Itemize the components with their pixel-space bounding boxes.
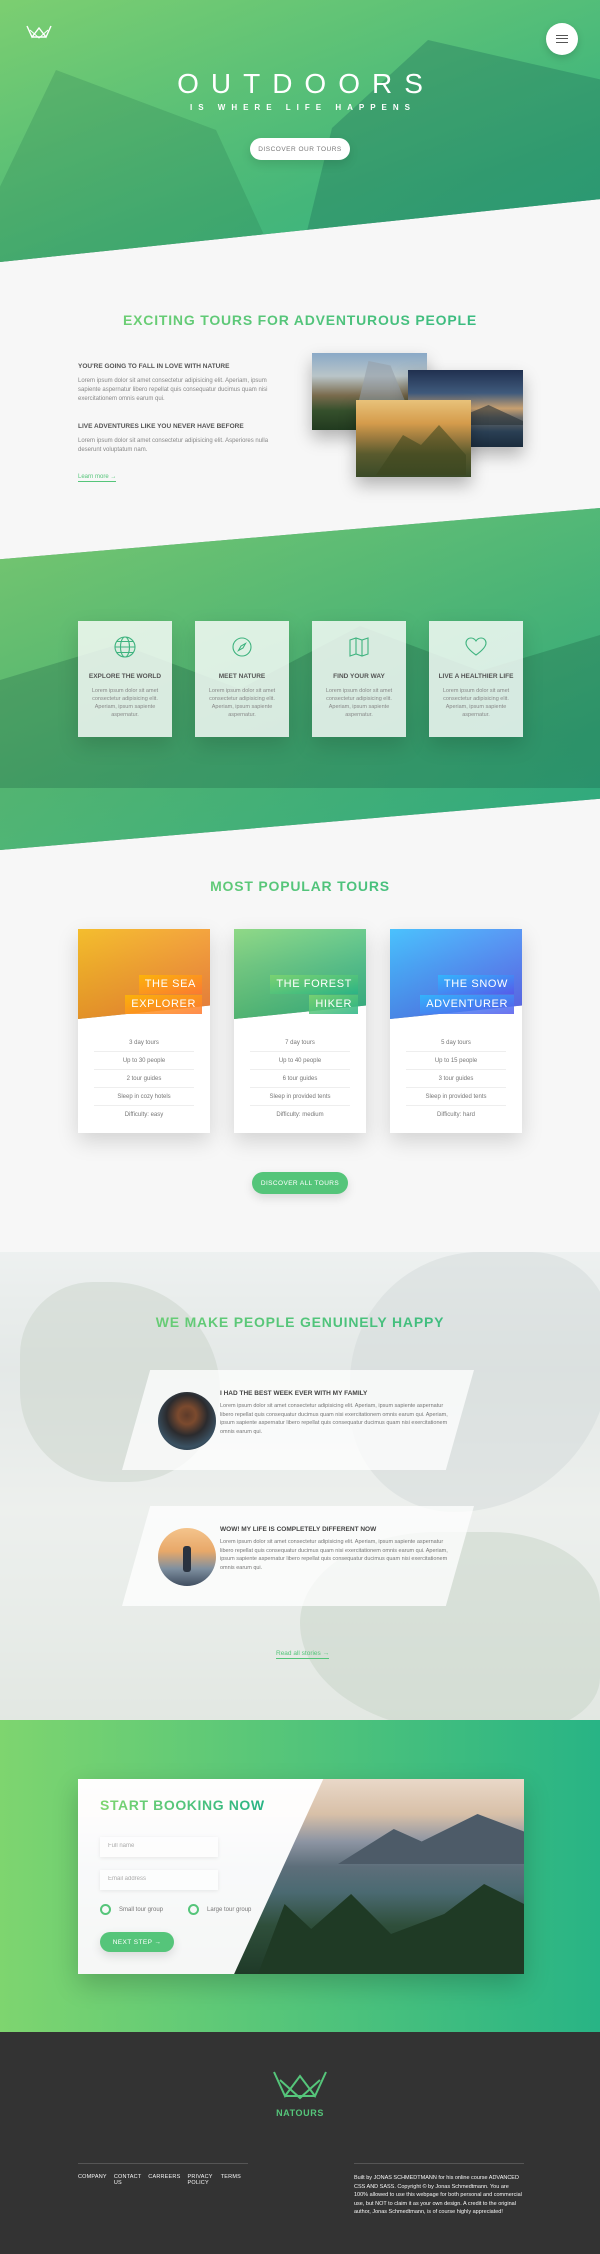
story-avatar [158,1528,216,1586]
card-detail: Difficulty: easy [124,1112,164,1118]
feature-text: Lorem ipsum dolor sit amet consectetur a… [442,688,510,718]
booking-photo-mountain [338,1814,524,1864]
card-name: THE FOREST HIKER [270,974,358,1014]
radio-large-group[interactable]: Large tour group [188,1904,251,1915]
compass-icon [230,635,254,659]
card-detail: 2 tour guides [94,1070,194,1088]
next-step-button[interactable]: NEXT STEP → [100,1932,174,1952]
footer-copyright: Built by JONAS SCHMEDTMANN for his onlin… [354,2163,524,2217]
feature-box-health: LIVE A HEALTHIER LIFE Lorem ipsum dolor … [429,621,523,737]
footer-link-contact[interactable]: CONTACT US [114,2174,141,2186]
story-card: I HAD THE BEST WEEK EVER WITH MY FAMILY … [122,1370,474,1470]
tours-heading: MOST POPULAR TOURS [0,878,600,894]
discover-tours-button[interactable]: DISCOVER OUR TOURS [250,138,350,160]
card-name: THE SEA EXPLORER [125,974,202,1014]
tour-card-forest-hiker[interactable]: THE FOREST HIKER 7 day tours Up to 40 pe… [234,929,366,1133]
booking-box: START BOOKING NOW Small tour group Large… [78,1779,524,1974]
heart-icon [464,635,488,659]
email-input[interactable] [100,1870,218,1890]
card-detail: Difficulty: medium [276,1112,324,1118]
feature-box-explore: EXPLORE THE WORLD Lorem ipsum dolor sit … [78,621,172,737]
feature-title: MEET NATURE [218,673,266,680]
story-title: I HAD THE BEST WEEK EVER WITH MY FAMILY [220,1390,368,1397]
booking-heading: START BOOKING NOW [100,1797,265,1813]
feature-text: Lorem ipsum dolor sit amet consectetur a… [325,688,393,718]
feature-title: EXPLORE THE WORLD [88,673,162,680]
booking-photo-trees [258,1884,524,1974]
stories-heading: WE MAKE PEOPLE GENUINELY HAPPY [0,1314,600,1330]
card-details-list: 3 day tours Up to 30 people 2 tour guide… [94,1034,194,1124]
story-avatar [158,1392,216,1450]
footer-link-terms[interactable]: TERMS [221,2174,241,2186]
full-name-input[interactable] [100,1837,218,1857]
card-detail: 3 day tours [94,1034,194,1052]
footer: NATOURS COMPANY CONTACT US CARREERS PRIV… [0,2032,600,2254]
card-details-list: 5 day tours Up to 15 people 3 tour guide… [406,1034,506,1124]
card-detail: Up to 30 people [94,1052,194,1070]
hero-header [0,0,600,262]
read-all-stories-link[interactable]: Read all stories → [276,1650,330,1659]
crown-logo-icon[interactable] [26,24,52,40]
footer-brand: NATOURS [276,2108,324,2118]
tour-card-snow-adventurer[interactable]: THE SNOW ADVENTURER 5 day tours Up to 15… [390,929,522,1133]
about-heading: EXCITING TOURS FOR ADVENTUROUS PEOPLE [0,312,600,328]
hero-subtitle: IS WHERE LIFE HAPPENS [189,103,416,112]
footer-link-privacy[interactable]: PRIVACY POLICY [187,2174,213,2186]
crown-logo-icon[interactable] [272,2068,328,2102]
radio-label: Small tour group [119,1906,164,1913]
footer-nav: COMPANY CONTACT US CARREERS PRIVACY POLI… [78,2163,248,2186]
footer-link-company[interactable]: COMPANY [78,2174,107,2186]
story-text: Lorem ipsum dolor sit amet consectetur a… [220,1403,448,1435]
learn-more-link[interactable]: Learn more → [78,474,117,482]
card-detail: Difficulty: hard [437,1112,475,1118]
story-title: WOW! MY LIFE IS COMPLETELY DIFFERENT NOW [220,1526,377,1533]
menu-button[interactable] [546,23,578,55]
radio-label: Large tour group [207,1906,252,1913]
about-subheading-1: YOU'RE GOING TO FALL IN LOVE WITH NATURE [78,363,230,370]
feature-title: FIND YOUR WAY [333,673,385,680]
feature-box-nature: MEET NATURE Lorem ipsum dolor sit amet c… [195,621,289,737]
card-name: THE SNOW ADVENTURER [420,974,514,1014]
card-detail: Up to 40 people [250,1052,350,1070]
card-detail: Sleep in provided tents [250,1088,350,1106]
globe-icon [113,635,137,659]
story-text: Lorem ipsum dolor sit amet consectetur a… [220,1539,448,1571]
feature-text: Lorem ipsum dolor sit amet consectetur a… [208,688,276,718]
feature-title: LIVE A HEALTHIER LIFE [438,673,514,680]
discover-all-tours-button[interactable]: DISCOVER ALL TOURS [252,1172,348,1194]
tour-card-sea-explorer[interactable]: THE SEA EXPLORER 3 day tours Up to 30 pe… [78,929,210,1133]
card-detail: 6 tour guides [250,1070,350,1088]
feature-box-way: FIND YOUR WAY Lorem ipsum dolor sit amet… [312,621,406,737]
story-card: WOW! MY LIFE IS COMPLETELY DIFFERENT NOW… [122,1506,474,1606]
radio-button[interactable] [188,1904,199,1915]
about-subheading-2: LIVE ADVENTURES LIKE YOU NEVER HAVE BEFO… [78,423,244,430]
radio-button[interactable] [100,1904,111,1915]
card-detail: Sleep in cozy hotels [94,1088,194,1106]
card-detail: 7 day tours [250,1034,350,1052]
about-paragraph-1: Lorem ipsum dolor sit amet consectetur a… [78,378,268,402]
card-details-list: 7 day tours Up to 40 people 6 tour guide… [250,1034,350,1124]
card-detail: 5 day tours [406,1034,506,1052]
footer-link-careers[interactable]: CARREERS [148,2174,180,2186]
card-detail: Up to 15 people [406,1052,506,1070]
radio-small-group[interactable]: Small tour group [100,1904,163,1915]
about-photo-3[interactable] [356,400,471,477]
feature-text: Lorem ipsum dolor sit amet consectetur a… [91,688,159,718]
about-paragraph-2: Lorem ipsum dolor sit amet consectetur a… [78,438,269,453]
menu-icon [556,35,568,43]
map-icon [347,635,371,659]
card-detail: 3 tour guides [406,1070,506,1088]
hero-title: OUTDOORS [177,68,435,99]
booking-section: START BOOKING NOW Small tour group Large… [0,1720,600,2032]
card-detail: Sleep in provided tents [406,1088,506,1106]
